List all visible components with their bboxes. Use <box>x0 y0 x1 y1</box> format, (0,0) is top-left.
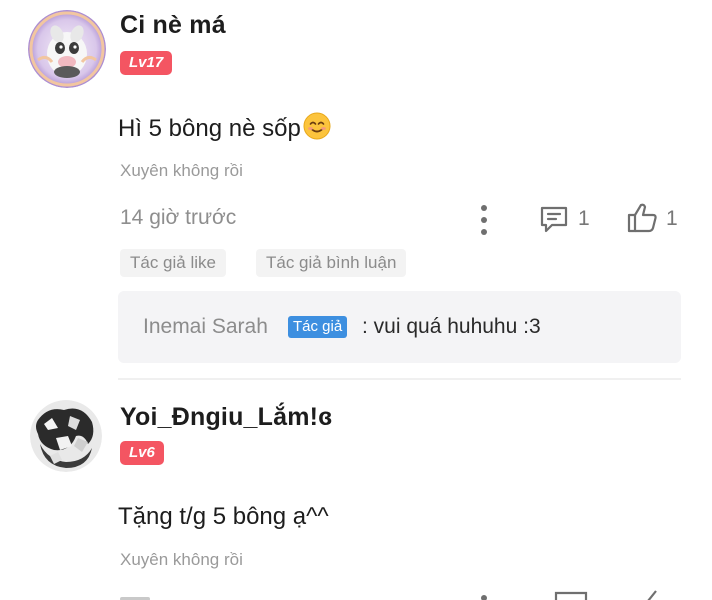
avatar-image <box>28 10 106 88</box>
author-badge: Tác giả <box>288 316 348 338</box>
level-badge: Lv6 <box>120 441 164 465</box>
like-count: 1 <box>666 207 678 230</box>
timestamp: 14 giờ trước <box>120 206 237 229</box>
more-vertical-icon[interactable] <box>474 203 494 237</box>
avatar-image <box>30 400 102 472</box>
thumbs-up-icon[interactable] <box>626 201 660 235</box>
story-category[interactable]: Xuyên không rồi <box>120 161 243 181</box>
author-commented-chip: Tác giả bình luận <box>256 249 407 277</box>
comment-text: Tặng t/g 5 bông ạ^^ <box>118 503 329 530</box>
level-badge: Lv17 <box>120 51 173 75</box>
username[interactable]: Ci nè má <box>120 11 226 40</box>
story-category[interactable]: Xuyên không rồi <box>120 550 243 570</box>
username[interactable]: Yoi_Đngiu_Lắm!ɞ <box>120 403 333 432</box>
reply-preview[interactable]: Inemai Sarah Tác giả : vui quá huhuhu :3 <box>118 291 681 363</box>
smiling-face-emoji-icon <box>303 112 331 147</box>
reply-count: 1 <box>578 207 590 230</box>
reply-text: : vui quá huhuhu :3 <box>362 315 541 338</box>
avatar[interactable] <box>30 400 102 472</box>
avatar[interactable] <box>28 10 106 88</box>
reply-author-name[interactable]: Inemai Sarah <box>143 315 268 339</box>
author-liked-chip: Tác giả like <box>120 249 226 277</box>
comment-text-content: Hì 5 bông nè sốp <box>118 115 301 142</box>
comment-text: Hì 5 bông nè sốp <box>118 112 331 147</box>
comment-item <box>0 380 712 600</box>
action-row-cutoff <box>0 588 712 600</box>
comment-icon[interactable] <box>538 203 570 235</box>
